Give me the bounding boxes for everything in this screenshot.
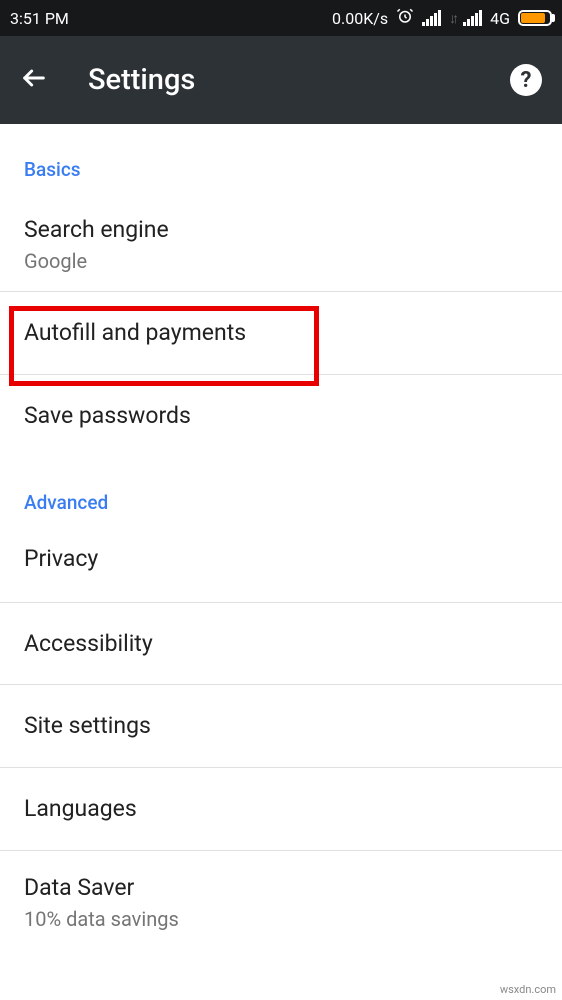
watermark: wsxdn.com bbox=[500, 983, 556, 996]
setting-search-engine[interactable]: Search engine Google bbox=[0, 197, 562, 292]
app-bar: Settings ? bbox=[0, 36, 562, 124]
setting-title: Accessibility bbox=[24, 629, 538, 659]
signal-icon-2 bbox=[463, 10, 482, 26]
status-bar: 3:51 PM 0.00K/s ↓↑ 4G bbox=[0, 0, 562, 36]
settings-list: Basics Search engine Google Autofill and… bbox=[0, 124, 562, 949]
back-button[interactable] bbox=[20, 64, 48, 96]
setting-data-saver[interactable]: Data Saver 10% data savings bbox=[0, 851, 562, 949]
setting-languages[interactable]: Languages bbox=[0, 768, 562, 851]
setting-save-passwords[interactable]: Save passwords bbox=[0, 375, 562, 457]
signal-icon-1 bbox=[422, 10, 441, 26]
help-icon: ? bbox=[521, 68, 532, 93]
setting-value: 10% data savings bbox=[24, 907, 538, 931]
setting-site-settings[interactable]: Site settings bbox=[0, 685, 562, 768]
setting-accessibility[interactable]: Accessibility bbox=[0, 603, 562, 686]
clock-text: 3:51 PM bbox=[10, 9, 69, 28]
alarm-icon bbox=[396, 7, 414, 29]
data-rate: 0.00K/s bbox=[332, 9, 388, 28]
page-title: Settings bbox=[88, 63, 470, 97]
setting-autofill-payments[interactable]: Autofill and payments bbox=[0, 292, 562, 375]
setting-title: Search engine bbox=[24, 215, 538, 245]
section-header-advanced: Advanced bbox=[0, 457, 562, 530]
network-type: 4G bbox=[490, 9, 510, 28]
status-indicators: 0.00K/s ↓↑ 4G bbox=[332, 7, 552, 29]
setting-title: Data Saver bbox=[24, 873, 538, 903]
setting-title: Autofill and payments bbox=[24, 318, 538, 348]
setting-title: Site settings bbox=[24, 711, 538, 741]
setting-privacy[interactable]: Privacy bbox=[0, 530, 562, 603]
help-button[interactable]: ? bbox=[510, 64, 542, 96]
setting-title: Privacy bbox=[24, 544, 538, 574]
setting-title: Languages bbox=[24, 794, 538, 824]
section-header-basics: Basics bbox=[0, 124, 562, 197]
status-time: 3:51 PM bbox=[10, 9, 69, 28]
setting-value: Google bbox=[24, 249, 538, 273]
data-transfer-icon: ↓↑ bbox=[449, 10, 455, 27]
setting-title: Save passwords bbox=[24, 401, 538, 431]
battery-icon bbox=[518, 10, 552, 26]
